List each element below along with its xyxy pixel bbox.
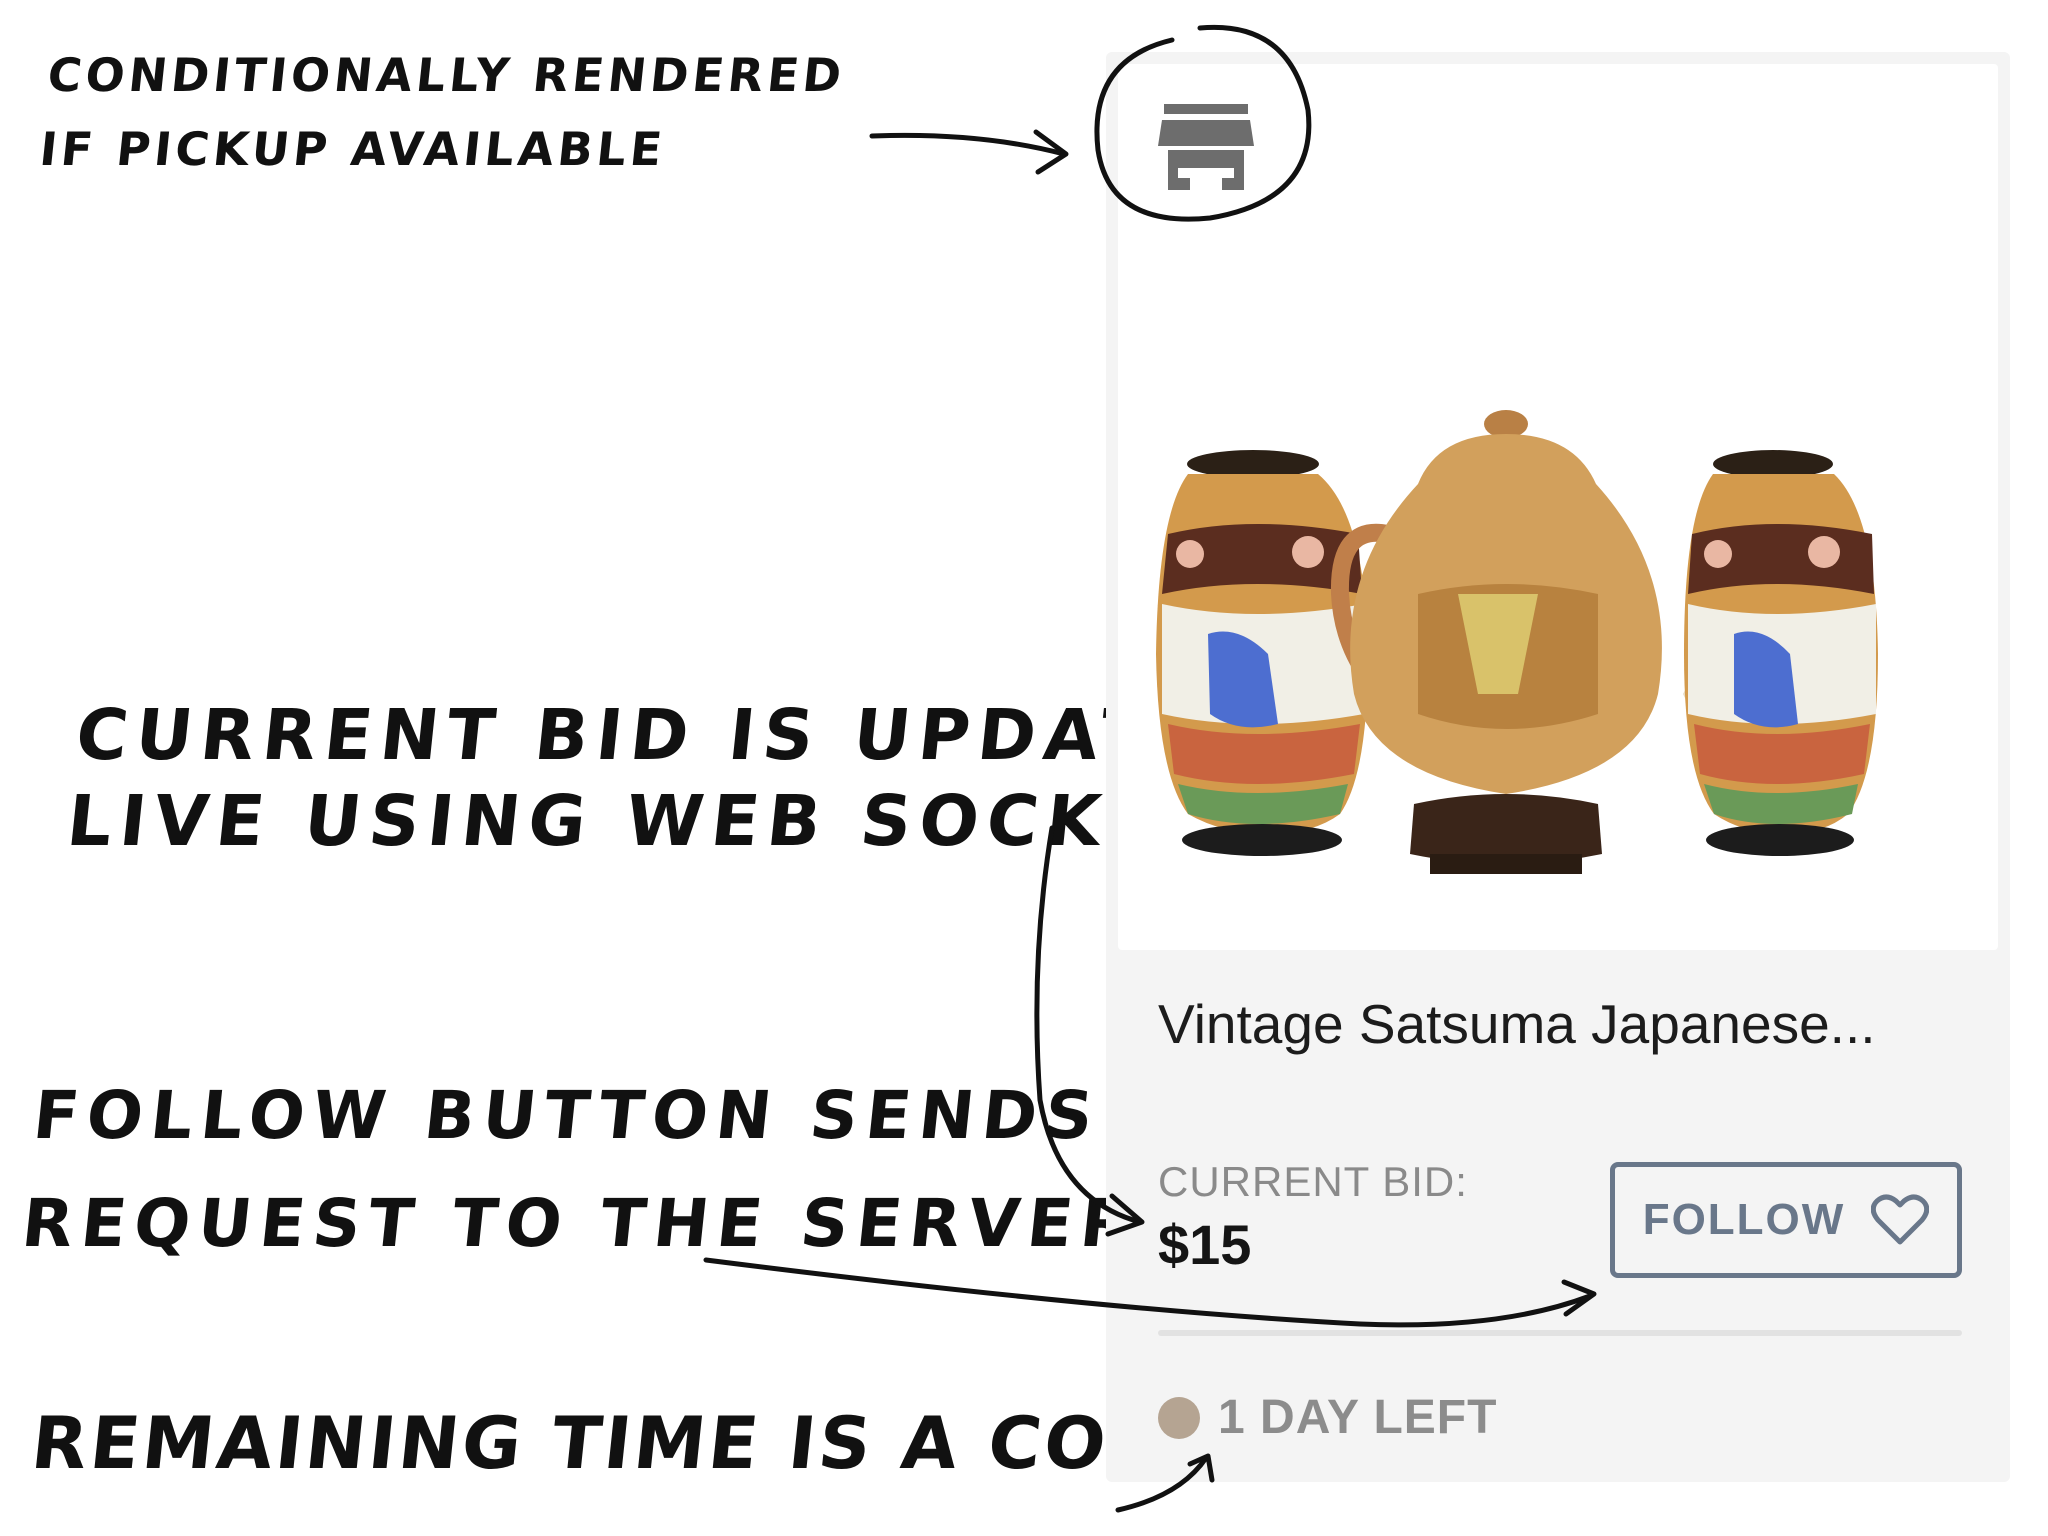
pickup-arrowhead [1033,129,1069,175]
teapot [1330,410,1741,874]
follow-button-label: FOLLOW [1642,1195,1846,1244]
heart-outline-icon [1871,1194,1930,1245]
divider [1158,1330,1962,1336]
annotation-line: Follow button sends a [29,1077,1195,1154]
annotation-line: Conditionally rendered [45,48,848,102]
annotation-line: if pickup available [37,122,669,176]
current-bid-label: CURRENT BID: [1158,1158,1468,1205]
current-bid-value: $15 [1158,1213,1252,1276]
annotation-line: request to the server [18,1185,1144,1262]
product-title[interactable]: Vintage Satsuma Japanese... [1158,992,1978,1056]
product-card[interactable]: Vintage Satsuma Japanese... CURRENT BID:… [1106,52,2010,1482]
annotation-follow: Follow button sends a request to the ser… [17,1062,1197,1278]
pickup-arrow [869,132,1067,157]
remaining-time: 1 DAY LEFT [1218,1391,1498,1444]
left-vase [1156,450,1368,856]
annotation-pickup: Conditionally rendered if pickup availab… [36,38,849,186]
product-photo [1156,410,1878,874]
right-vase [1684,450,1878,856]
annotation-line: live using web sockets [63,780,1283,862]
follow-button[interactable]: FOLLOW [1610,1162,1962,1278]
product-image-area[interactable] [1118,64,1998,950]
storefront-icon [1158,104,1254,190]
time-status-dot [1158,1397,1200,1439]
